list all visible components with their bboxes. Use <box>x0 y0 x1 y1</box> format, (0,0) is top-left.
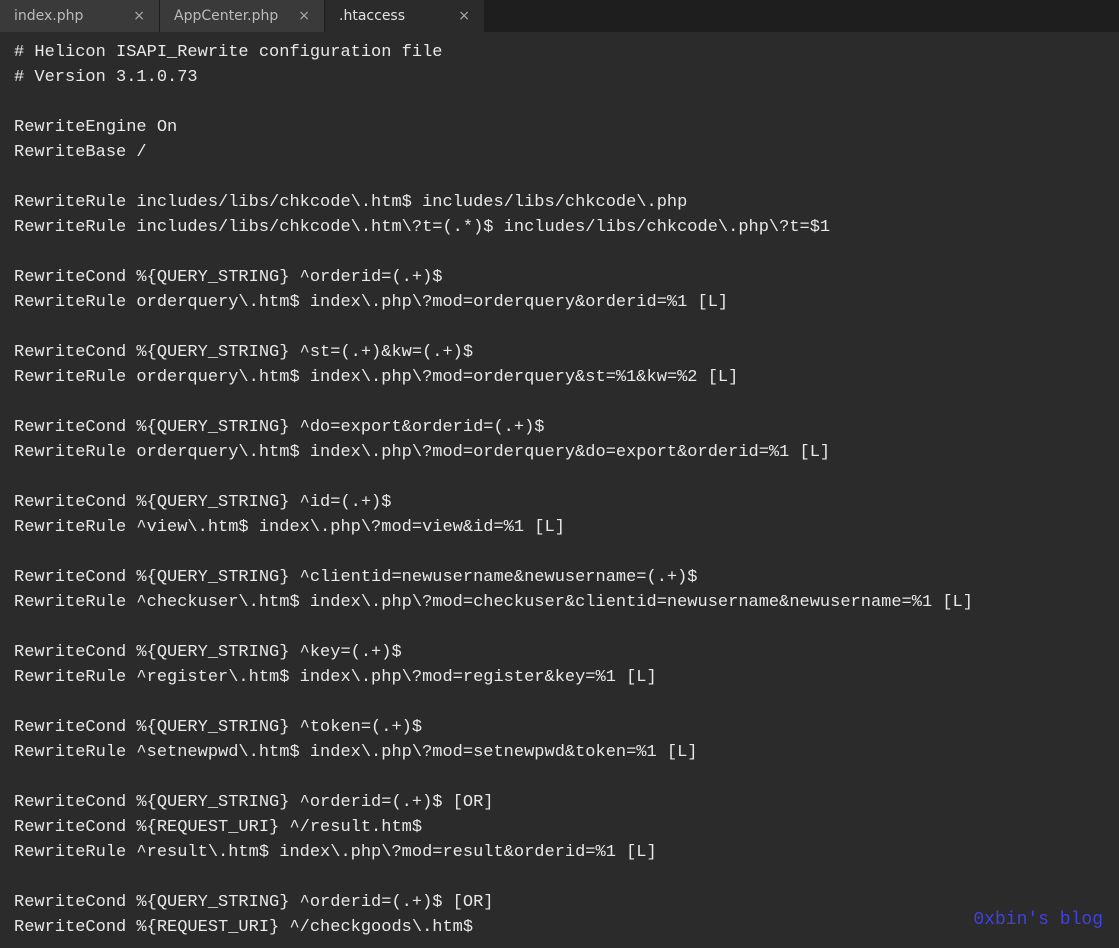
close-icon[interactable]: × <box>278 8 310 24</box>
code-editor[interactable]: # Helicon ISAPI_Rewrite configuration fi… <box>0 32 1119 948</box>
close-icon[interactable]: × <box>113 8 145 24</box>
code-line <box>14 765 1105 790</box>
code-line: RewriteRule orderquery\.htm$ index\.php\… <box>14 290 1105 315</box>
code-line <box>14 90 1105 115</box>
watermark-text: 0xbin's blog <box>973 910 1103 930</box>
code-line: RewriteBase / <box>14 140 1105 165</box>
code-line: RewriteRule ^result\.htm$ index\.php\?mo… <box>14 840 1105 865</box>
code-line: RewriteCond %{REQUEST_URI} ^/checkgoods\… <box>14 915 1105 940</box>
code-line <box>14 465 1105 490</box>
code-line <box>14 865 1105 890</box>
code-line: RewriteRule ^view\.htm$ index\.php\?mod=… <box>14 515 1105 540</box>
code-line <box>14 540 1105 565</box>
tab-label: AppCenter.php <box>174 8 278 24</box>
tab-label: .htaccess <box>339 8 405 24</box>
code-line: RewriteCond %{QUERY_STRING} ^token=(.+)$ <box>14 715 1105 740</box>
tab-label: index.php <box>14 8 83 24</box>
code-line: RewriteEngine On <box>14 115 1105 140</box>
code-line: RewriteCond %{QUERY_STRING} ^orderid=(.+… <box>14 790 1105 815</box>
tab-htaccess[interactable]: .htaccess × <box>325 0 485 32</box>
tab-appcenter-php[interactable]: AppCenter.php × <box>160 0 325 32</box>
code-line <box>14 390 1105 415</box>
code-line <box>14 690 1105 715</box>
code-line: RewriteCond %{QUERY_STRING} ^st=(.+)&kw=… <box>14 340 1105 365</box>
code-line: RewriteCond %{QUERY_STRING} ^orderid=(.+… <box>14 890 1105 915</box>
code-line: RewriteCond %{QUERY_STRING} ^orderid=(.+… <box>14 265 1105 290</box>
code-line: RewriteCond %{QUERY_STRING} ^id=(.+)$ <box>14 490 1105 515</box>
tab-index-php[interactable]: index.php × <box>0 0 160 32</box>
close-icon[interactable]: × <box>438 8 470 24</box>
code-line <box>14 240 1105 265</box>
code-line: RewriteRule orderquery\.htm$ index\.php\… <box>14 440 1105 465</box>
code-line: RewriteRule includes/libs/chkcode\.htm\?… <box>14 215 1105 240</box>
code-line: RewriteRule ^register\.htm$ index\.php\?… <box>14 665 1105 690</box>
code-line <box>14 315 1105 340</box>
code-line: RewriteRule ^setnewpwd\.htm$ index\.php\… <box>14 740 1105 765</box>
code-line: RewriteRule includes/libs/chkcode\.htm$ … <box>14 190 1105 215</box>
code-line: RewriteRule orderquery\.htm$ index\.php\… <box>14 365 1105 390</box>
code-line: RewriteCond %{REQUEST_URI} ^/result.htm$ <box>14 815 1105 840</box>
code-line: RewriteRule ^checkuser\.htm$ index\.php\… <box>14 590 1105 615</box>
code-line <box>14 165 1105 190</box>
code-line: RewriteCond %{QUERY_STRING} ^key=(.+)$ <box>14 640 1105 665</box>
code-line: # Version 3.1.0.73 <box>14 65 1105 90</box>
code-line: # Helicon ISAPI_Rewrite configuration fi… <box>14 40 1105 65</box>
code-line <box>14 615 1105 640</box>
tab-bar: index.php × AppCenter.php × .htaccess × <box>0 0 1119 32</box>
code-line: RewriteCond %{QUERY_STRING} ^do=export&o… <box>14 415 1105 440</box>
code-line: RewriteCond %{QUERY_STRING} ^clientid=ne… <box>14 565 1105 590</box>
